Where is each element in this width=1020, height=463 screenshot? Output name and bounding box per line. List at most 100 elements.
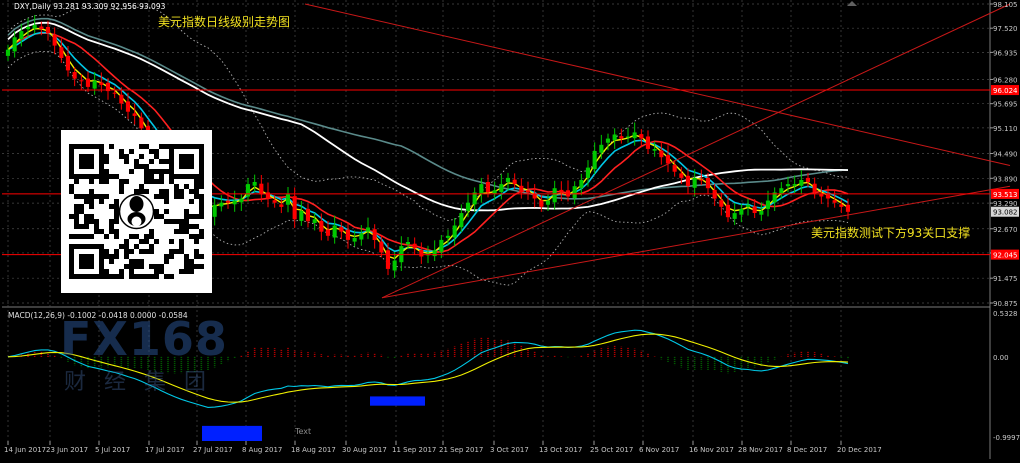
candle-body — [332, 225, 337, 238]
qr-module — [159, 194, 164, 199]
qr-module — [154, 274, 159, 279]
candle-body — [525, 190, 530, 193]
candle-body — [12, 37, 17, 52]
candle-body — [285, 194, 290, 205]
qr-module — [69, 184, 74, 189]
qr-module — [149, 159, 154, 164]
qr-module — [184, 254, 189, 259]
qr-module — [74, 194, 79, 199]
qr-module — [89, 194, 94, 199]
y-tick-label: 98.105 — [993, 1, 1018, 9]
qr-module — [194, 189, 199, 194]
fx168-watermark-logo: FX168 财经集团 — [60, 312, 250, 395]
candle-body — [265, 192, 270, 199]
x-tick-label: 13 Oct 2017 — [539, 446, 582, 454]
qr-module — [179, 269, 184, 274]
candle-body — [599, 144, 604, 153]
qr-module — [129, 274, 134, 279]
logo-subtext: 财经集团 — [64, 370, 225, 395]
macd-highlight-box — [202, 425, 262, 441]
candle-body — [585, 167, 590, 178]
candle-body — [779, 188, 784, 194]
qr-module — [189, 259, 194, 264]
qr-module — [169, 219, 174, 224]
qr-module — [104, 194, 109, 199]
candle-body — [139, 117, 144, 129]
candle-body — [752, 206, 757, 213]
qr-module — [194, 214, 199, 219]
qr-module — [144, 174, 149, 179]
candle-body — [352, 237, 357, 242]
candle-body — [545, 200, 550, 205]
candle-body — [365, 227, 370, 232]
price-tag-label: 93.082 — [993, 209, 1018, 217]
qr-module — [149, 274, 154, 279]
qr-module — [79, 209, 84, 214]
qr-module — [189, 214, 194, 219]
penguin-head — [129, 196, 144, 212]
y-tick-label: 91.475 — [993, 275, 1018, 283]
qr-module — [149, 174, 154, 179]
qr-module — [189, 234, 194, 239]
qr-module — [89, 179, 94, 184]
chart-stage: 98.105 97.520 96.935 96.280 95.695 95.110 94.4… — [0, 0, 1020, 459]
candle-body — [59, 47, 64, 58]
candle-body — [219, 202, 224, 207]
candle-body — [559, 189, 564, 193]
qr-module — [179, 249, 184, 254]
candle-body — [359, 233, 364, 240]
qr-module — [184, 219, 189, 224]
qr-module — [149, 169, 154, 174]
qr-module — [119, 189, 124, 194]
qr-module — [184, 269, 189, 274]
candle-body — [485, 182, 490, 193]
candle-body — [299, 211, 304, 221]
candle-body — [479, 184, 484, 194]
qr-module — [169, 179, 174, 184]
qr-module — [199, 194, 204, 199]
qr-module — [154, 194, 159, 199]
x-tick-label: 17 Jul 2017 — [145, 446, 185, 454]
qr-module — [79, 204, 84, 209]
candle-body — [39, 26, 44, 29]
qr-module — [139, 164, 144, 169]
candle-body — [252, 182, 257, 186]
qr-module — [84, 199, 89, 204]
candle-body — [565, 190, 570, 197]
candle-body — [85, 78, 90, 87]
candle-body — [32, 24, 37, 29]
candle-body — [25, 27, 30, 30]
qr-module — [109, 274, 114, 279]
qr-module — [189, 264, 194, 269]
qr-module — [89, 199, 94, 204]
qr-module — [139, 264, 144, 269]
x-tick-label: 8 Dec 2017 — [787, 446, 827, 454]
price-tag-label: 93.513 — [993, 191, 1018, 199]
qr-module — [134, 159, 139, 164]
candle-body — [845, 204, 850, 212]
qr-module — [124, 249, 129, 254]
candle-body — [519, 185, 524, 193]
qr-module — [69, 214, 74, 219]
qr-module — [194, 264, 199, 269]
qr-module — [89, 219, 94, 224]
qr-module — [154, 149, 159, 154]
qr-module — [199, 179, 204, 184]
candle-body — [212, 204, 217, 217]
qr-module — [74, 204, 79, 209]
candle-body — [412, 243, 417, 249]
candle-body — [372, 229, 377, 240]
qr-module — [124, 244, 129, 249]
qr-module — [164, 209, 169, 214]
qr-module — [134, 264, 139, 269]
qr-module — [104, 249, 109, 254]
qr-module — [159, 144, 164, 149]
qr-module — [159, 264, 164, 269]
qr-module — [199, 209, 204, 214]
qr-module — [189, 199, 194, 204]
candle-body — [719, 200, 724, 207]
qr-module — [174, 189, 179, 194]
qr-module — [99, 194, 104, 199]
qr-module — [114, 209, 119, 214]
x-tick-label: 21 Sep 2017 — [439, 446, 483, 454]
